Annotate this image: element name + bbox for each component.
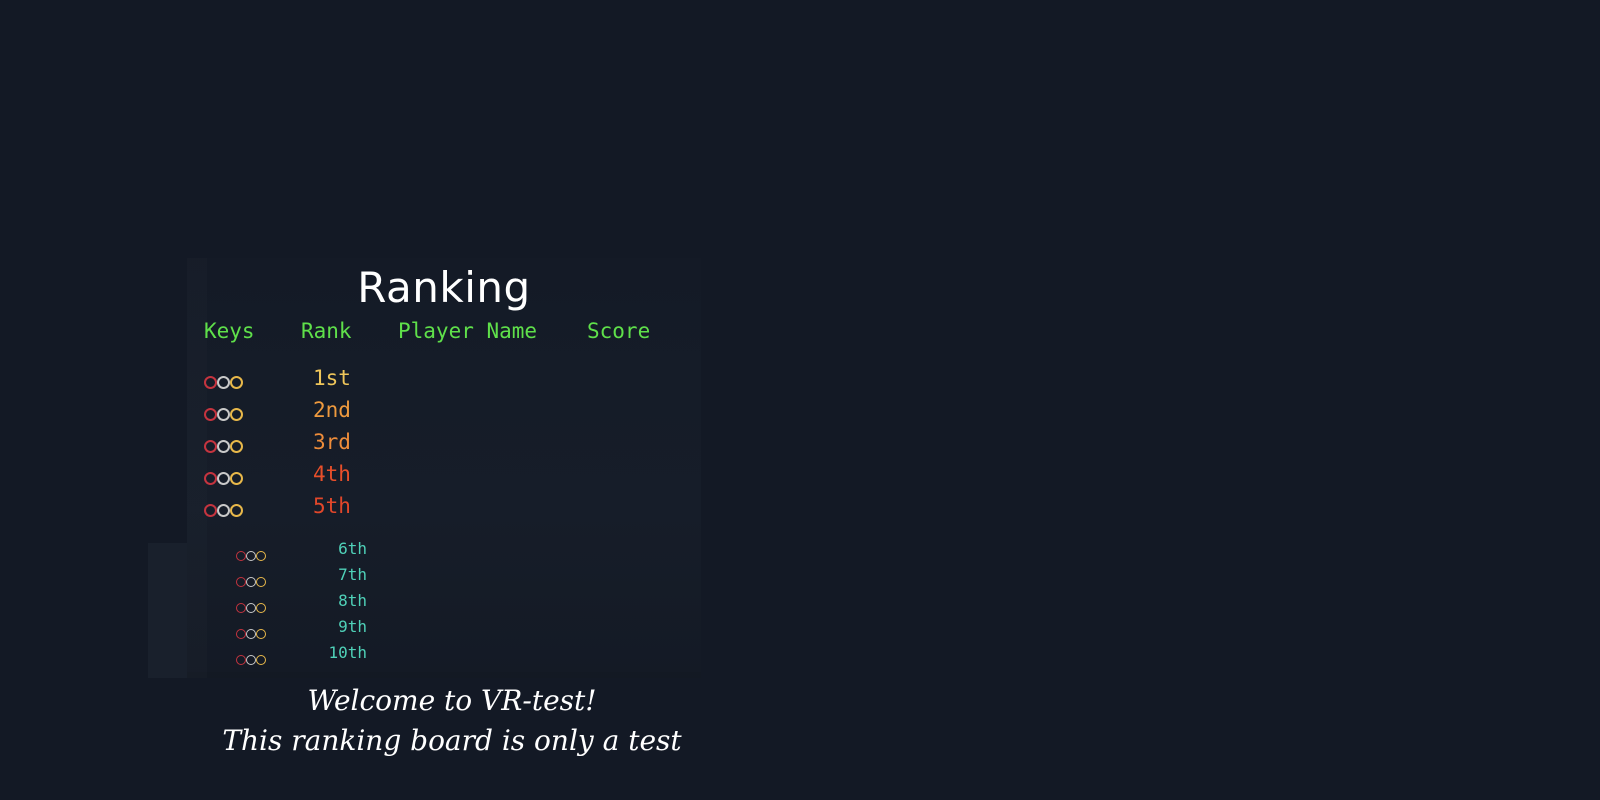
header-rank: Rank: [301, 319, 352, 343]
yellow-key-icon: [256, 654, 266, 665]
ranking-title: Ranking: [357, 263, 531, 312]
white-key-icon: [246, 576, 256, 587]
rank-row: 10th: [204, 640, 684, 672]
rank-label: 1st: [313, 366, 351, 390]
rank-label: 8th: [338, 591, 367, 610]
red-key-icon: [204, 440, 217, 453]
key-indicators: [204, 436, 243, 455]
red-key-icon: [204, 376, 217, 389]
test-notice: This ranking board is only a test: [222, 724, 682, 757]
rank-label: 3rd: [313, 430, 351, 454]
yellow-key-icon: [256, 576, 266, 587]
red-key-icon: [204, 472, 217, 485]
white-key-icon: [246, 550, 256, 561]
white-key-icon: [217, 472, 230, 485]
yellow-key-icon: [256, 628, 266, 639]
rank-label: 2nd: [313, 398, 351, 422]
white-key-icon: [246, 602, 256, 613]
key-indicators: [204, 404, 243, 423]
rank-row: 5th: [204, 490, 684, 522]
rank-label: 5th: [313, 494, 351, 518]
white-key-icon: [217, 376, 230, 389]
rank-label: 10th: [328, 643, 367, 662]
yellow-key-icon: [256, 602, 266, 613]
red-key-icon: [236, 654, 246, 665]
rank-label: 7th: [338, 565, 367, 584]
rank-label: 4th: [313, 462, 351, 486]
yellow-key-icon: [230, 504, 243, 517]
yellow-key-icon: [230, 376, 243, 389]
red-key-icon: [236, 576, 246, 587]
header-score: Score: [587, 319, 651, 343]
yellow-key-icon: [230, 472, 243, 485]
white-key-icon: [246, 654, 256, 665]
yellow-key-icon: [230, 440, 243, 453]
welcome-message: Welcome to VR-test!: [307, 684, 597, 717]
key-indicators: [236, 649, 266, 668]
key-indicators: [204, 468, 243, 487]
red-key-icon: [204, 408, 217, 421]
red-key-icon: [236, 550, 246, 561]
rank-row: 3rd: [204, 426, 684, 458]
red-key-icon: [204, 504, 217, 517]
white-key-icon: [217, 504, 230, 517]
rank-label: 9th: [338, 617, 367, 636]
white-key-icon: [217, 408, 230, 421]
red-key-icon: [236, 628, 246, 639]
ranking-board: Ranking Keys Rank Player Name Score 1st 2…: [187, 258, 701, 678]
rank-label: 6th: [338, 539, 367, 558]
key-indicators: [204, 372, 243, 391]
white-key-icon: [246, 628, 256, 639]
white-key-icon: [217, 440, 230, 453]
header-keys: Keys: [204, 319, 255, 343]
rank-row: 2nd: [204, 394, 684, 426]
rank-row: 4th: [204, 458, 684, 490]
rank-row: 1st: [204, 362, 684, 394]
key-indicators: [204, 500, 243, 519]
red-key-icon: [236, 602, 246, 613]
yellow-key-icon: [230, 408, 243, 421]
yellow-key-icon: [256, 550, 266, 561]
header-player-name: Player Name: [398, 319, 538, 343]
